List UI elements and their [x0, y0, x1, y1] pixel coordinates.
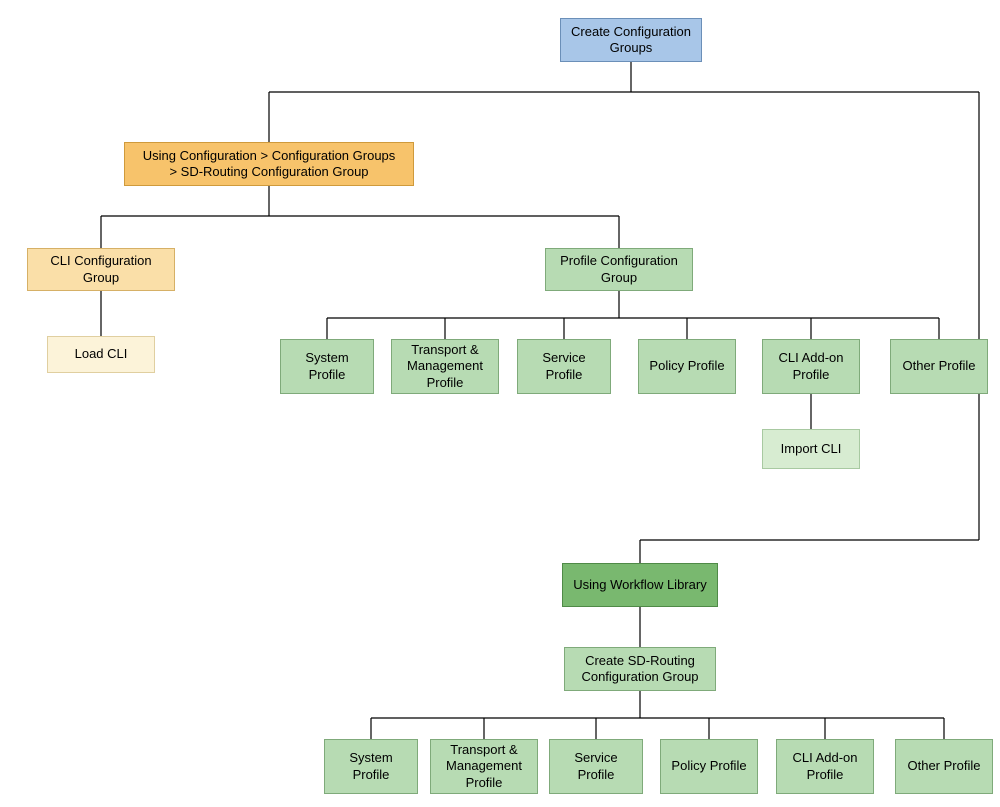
connector-lines: [0, 0, 1000, 807]
node-profiles2-system: SystemProfile: [324, 739, 418, 794]
node-profiles1-cli-addon: CLI Add-onProfile: [762, 339, 860, 394]
node-load-cli: Load CLI: [47, 336, 155, 373]
node-profiles2-service: ServiceProfile: [549, 739, 643, 794]
node-profiles1-transport: Transport &ManagementProfile: [391, 339, 499, 394]
node-using-workflow-library: Using Workflow Library: [562, 563, 718, 607]
node-using-configuration-path: Using Configuration > Configuration Grou…: [124, 142, 414, 186]
node-profiles2-transport: Transport &ManagementProfile: [430, 739, 538, 794]
node-profiles2-cli-addon: CLI Add-onProfile: [776, 739, 874, 794]
node-cli-configuration-group: CLI ConfigurationGroup: [27, 248, 175, 291]
node-profiles1-policy: Policy Profile: [638, 339, 736, 394]
node-profiles2-policy: Policy Profile: [660, 739, 758, 794]
node-import-cli: Import CLI: [762, 429, 860, 469]
node-create-configuration-groups: Create ConfigurationGroups: [560, 18, 702, 62]
node-create-sd-routing-group: Create SD-RoutingConfiguration Group: [564, 647, 716, 691]
node-profiles1-other: Other Profile: [890, 339, 988, 394]
node-profiles2-other: Other Profile: [895, 739, 993, 794]
node-profiles1-service: ServiceProfile: [517, 339, 611, 394]
node-profile-configuration-group: Profile ConfigurationGroup: [545, 248, 693, 291]
node-profiles1-system: SystemProfile: [280, 339, 374, 394]
